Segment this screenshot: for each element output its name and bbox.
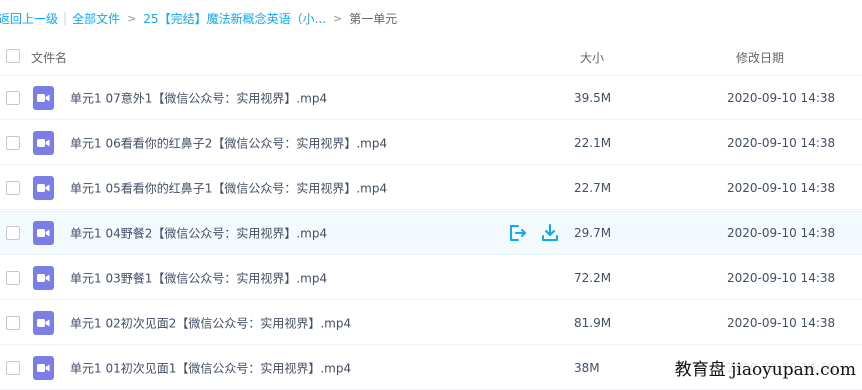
breadcrumb-arrow: > — [333, 11, 343, 25]
video-file-icon — [33, 221, 54, 245]
video-file-icon — [33, 85, 54, 110]
share-icon[interactable] — [507, 223, 527, 243]
file-name[interactable]: 单元1 01初次见面1【微信公众号：实用视界】.mp4 — [70, 359, 351, 376]
file-size: 22.7M — [574, 180, 612, 195]
row-checkbox[interactable] — [6, 270, 20, 285]
row-checkbox[interactable] — [6, 226, 20, 240]
file-size: 38M — [574, 360, 600, 375]
file-date: 2020-09-10 14:38 — [727, 180, 836, 195]
breadcrumb-arrow: > — [127, 11, 137, 25]
table-row[interactable]: 单元1 05看看你的红鼻子1【微信公众号：实用视界】.mp4 22.7M 2020-… — [0, 166, 862, 210]
file-size: 29.7M — [574, 226, 612, 240]
file-name[interactable]: 单元1 06看看你的红鼻子2【微信公众号：实用视界】.mp4 — [70, 134, 387, 151]
select-all-checkbox[interactable] — [6, 49, 20, 63]
file-date: 2020-09-10 14:38 — [727, 90, 836, 105]
file-name[interactable]: 单元1 07意外1【微信公众号：实用视界】.mp4 — [70, 89, 327, 106]
file-size: 22.1M — [574, 135, 612, 150]
breadcrumb-divider: | — [63, 11, 68, 25]
file-date: 2020-09-10 14:38 — [727, 270, 836, 285]
row-checkbox[interactable] — [6, 360, 20, 375]
video-file-icon — [33, 265, 54, 290]
table-row[interactable]: 单元1 03野餐1【微信公众号：实用视界】.mp4 72.2M 2020-09-10… — [0, 256, 862, 300]
video-file-icon — [33, 355, 54, 380]
table-row[interactable]: 单元1 04野餐2【微信公众号：实用视界】.mp4 29.7M 2020-09-10… — [0, 211, 862, 255]
row-checkbox[interactable] — [6, 180, 20, 195]
back-link[interactable]: 返回上一级 — [0, 10, 58, 27]
table-row[interactable]: 单元1 07意外1【微信公众号：实用视界】.mp4 39.5M 2020-09-10… — [0, 76, 862, 120]
breadcrumb: 返回上一级 | 全部文件 > 25【完结】魔法新概念英语（小... > 第一单元 — [0, 0, 862, 36]
table-row[interactable]: 单元1 06看看你的红鼻子2【微信公众号：实用视界】.mp4 22.1M 2020-… — [0, 121, 862, 165]
file-date: 2020-09-10 14:38 — [727, 135, 836, 150]
folder-link[interactable]: 25【完结】魔法新概念英语（小... — [143, 10, 326, 27]
download-icon[interactable] — [540, 223, 560, 243]
column-header-date[interactable]: 修改日期 — [736, 49, 784, 66]
row-checkbox[interactable] — [6, 315, 20, 330]
file-date: 2020-09-10 14:38 — [727, 315, 836, 330]
table-row[interactable]: 单元1 02初次见面2【微信公众号：实用视界】.mp4 81.9M 2020-09-… — [0, 301, 862, 345]
row-checkbox[interactable] — [6, 90, 20, 105]
current-folder: 第一单元 — [349, 11, 398, 26]
file-name[interactable]: 单元1 03野餐1【微信公众号：实用视界】.mp4 — [70, 269, 327, 286]
row-checkbox[interactable] — [6, 135, 20, 150]
file-name[interactable]: 单元1 05看看你的红鼻子1【微信公众号：实用视界】.mp4 — [70, 179, 387, 196]
file-name[interactable]: 单元1 04野餐2【微信公众号：实用视界】.mp4 — [70, 225, 327, 242]
column-header-name[interactable]: 文件名 — [31, 49, 67, 66]
file-size: 81.9M — [574, 315, 612, 330]
file-name[interactable]: 单元1 02初次见面2【微信公众号：实用视界】.mp4 — [70, 314, 351, 331]
file-size: 72.2M — [574, 270, 612, 285]
all-files-link[interactable]: 全部文件 — [72, 10, 120, 27]
column-header-size[interactable]: 大小 — [580, 49, 604, 66]
video-file-icon — [33, 130, 54, 155]
file-size: 39.5M — [574, 90, 612, 105]
file-date: 2020-09-10 14:38 — [727, 226, 836, 240]
watermark: 教育盘 jiaoyupan.com — [672, 355, 858, 380]
video-file-icon — [33, 310, 54, 335]
table-header: 文件名 大小 修改日期 — [0, 37, 862, 76]
video-file-icon — [33, 175, 54, 200]
